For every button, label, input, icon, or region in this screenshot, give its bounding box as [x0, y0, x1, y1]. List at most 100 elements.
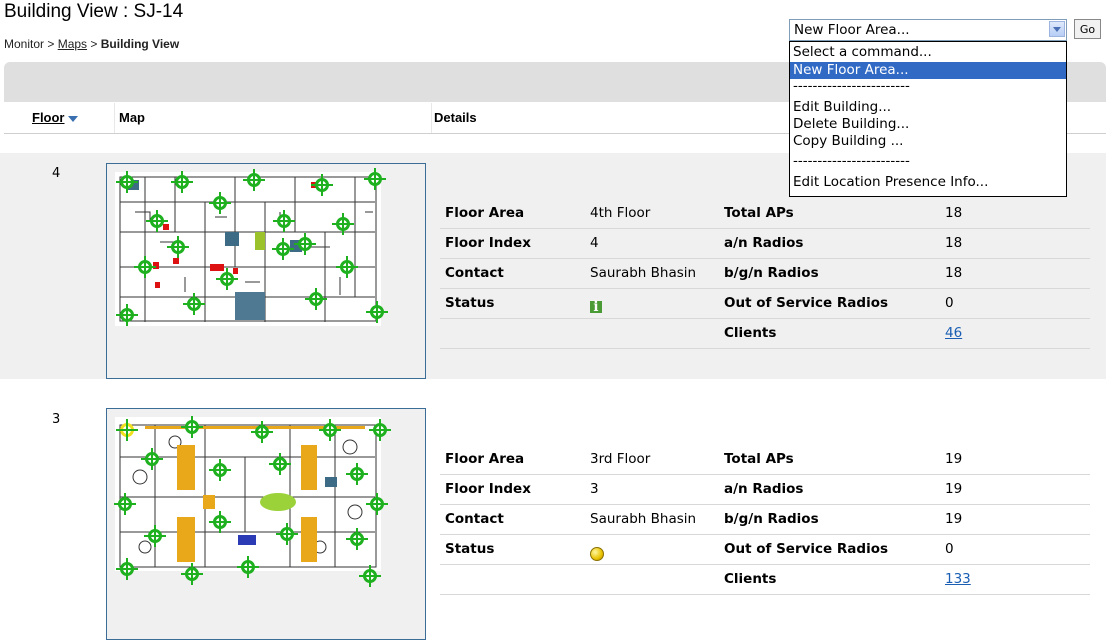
value-floor-area: 4th Floor	[590, 205, 651, 221]
info-icon[interactable]: i	[590, 300, 602, 314]
access-point-marker[interactable]	[336, 256, 358, 278]
option-edit-location-presence[interactable]: Edit Location Presence Info...	[790, 174, 1066, 191]
breadcrumb-separator: >	[44, 37, 58, 51]
detail-row: Floor Area 3rd Floor Total APs 19	[440, 445, 1090, 475]
access-point-marker[interactable]	[141, 448, 163, 470]
access-point-marker[interactable]	[116, 171, 138, 193]
label-bgn-radios: b/g/n Radios	[724, 265, 819, 281]
access-point-marker[interactable]	[183, 293, 205, 315]
value-floor-area: 3rd Floor	[590, 451, 651, 467]
floor-number: 3	[52, 412, 61, 427]
access-point-marker[interactable]	[359, 565, 381, 587]
access-point-marker[interactable]	[116, 304, 138, 326]
access-point-marker[interactable]	[181, 563, 203, 585]
access-point-marker[interactable]	[251, 421, 273, 443]
column-header-map: Map	[119, 110, 145, 125]
value-an-radios: 19	[945, 481, 963, 497]
access-point-marker[interactable]	[181, 416, 203, 438]
command-select[interactable]: New Floor Area...	[789, 19, 1067, 41]
access-point-marker[interactable]	[243, 169, 265, 191]
access-point-marker[interactable]	[134, 256, 156, 278]
label-bgn-radios: b/g/n Radios	[724, 511, 819, 527]
access-point-marker[interactable]	[369, 419, 391, 441]
access-point-marker[interactable]	[346, 528, 368, 550]
detail-row: Contact Saurabh Bhasin b/g/n Radios 19	[440, 505, 1090, 535]
label-floor-index: Floor Index	[445, 235, 531, 251]
access-point-marker[interactable]	[366, 301, 388, 323]
column-divider	[114, 103, 115, 133]
access-point-marker[interactable]	[311, 174, 333, 196]
access-point-marker[interactable]	[171, 171, 193, 193]
access-point-marker[interactable]	[144, 525, 166, 547]
access-point-marker[interactable]	[114, 493, 136, 515]
value-floor-index: 4	[590, 235, 599, 251]
sort-desc-icon	[67, 115, 78, 122]
access-point-marker[interactable]	[146, 210, 168, 232]
access-point-marker[interactable]	[319, 419, 341, 441]
label-clients: Clients	[724, 571, 777, 587]
access-point-marker[interactable]	[346, 463, 368, 485]
page-title: Building View : SJ-14	[4, 1, 184, 22]
access-point-marker[interactable]	[116, 419, 138, 441]
clients-link[interactable]: 133	[945, 571, 971, 587]
detail-row: Status Out of Service Radios 0	[440, 535, 1090, 565]
access-point-marker[interactable]	[209, 192, 231, 214]
breadcrumb-monitor: Monitor	[4, 37, 45, 51]
option-separator: ------------------------	[793, 78, 910, 94]
floor-map-thumbnail[interactable]	[106, 163, 426, 379]
command-dropdown-list: Select a command... New Floor Area... --…	[789, 41, 1067, 197]
value-total-aps: 18	[945, 205, 963, 221]
floor-plan-drawing	[119, 176, 377, 322]
option-copy-building[interactable]: Copy Building ...	[790, 133, 1066, 150]
access-point-marker[interactable]	[116, 558, 138, 580]
access-point-marker[interactable]	[216, 268, 238, 290]
value-bgn-radios: 18	[945, 265, 963, 281]
column-header-floor[interactable]: Floor	[32, 110, 78, 125]
floor-plan-image	[114, 416, 391, 587]
value-oos-radios: 0	[945, 295, 954, 311]
label-oos-radios: Out of Service Radios	[724, 541, 889, 557]
access-point-marker[interactable]	[167, 236, 189, 258]
access-point-marker[interactable]	[366, 493, 388, 515]
option-new-floor-area[interactable]: New Floor Area...	[790, 62, 1066, 79]
option-select-command[interactable]: Select a command...	[790, 44, 1066, 61]
access-point-marker[interactable]	[237, 556, 259, 578]
option-edit-building[interactable]: Edit Building...	[790, 99, 1066, 116]
label-total-aps: Total APs	[724, 451, 794, 467]
label-an-radios: a/n Radios	[724, 481, 804, 497]
access-point-marker[interactable]	[332, 213, 354, 235]
detail-row: Floor Index 3 a/n Radios 19	[440, 475, 1090, 505]
yellow-status-icon[interactable]	[590, 547, 604, 561]
label-contact: Contact	[445, 265, 504, 281]
floor-map-thumbnail[interactable]	[106, 408, 426, 640]
label-clients: Clients	[724, 325, 777, 341]
access-point-marker[interactable]	[273, 210, 295, 232]
access-point-marker[interactable]	[209, 511, 231, 533]
label-contact: Contact	[445, 511, 504, 527]
value-total-aps: 19	[945, 451, 963, 467]
access-point-marker[interactable]	[272, 238, 294, 260]
access-point-marker[interactable]	[364, 168, 386, 190]
option-delete-building[interactable]: Delete Building...	[790, 116, 1066, 133]
value-contact: Saurabh Bhasin	[590, 265, 697, 281]
floor-details-4: Floor Area 4th Floor Total APs 18 Floor …	[440, 199, 1090, 349]
chevron-down-icon[interactable]	[1049, 21, 1065, 37]
access-point-marker[interactable]	[305, 288, 327, 310]
column-divider	[431, 103, 432, 133]
go-button[interactable]: Go	[1074, 19, 1101, 39]
label-status: Status	[445, 295, 495, 311]
label-floor-index: Floor Index	[445, 481, 531, 497]
clients-link[interactable]: 46	[945, 325, 962, 341]
detail-row: Clients 46	[440, 319, 1090, 349]
access-point-marker[interactable]	[276, 523, 298, 545]
access-point-marker[interactable]	[294, 233, 316, 255]
floor-plan-drawing	[119, 424, 377, 575]
value-floor-index: 3	[590, 481, 599, 497]
label-floor-area: Floor Area	[445, 205, 525, 221]
access-point-marker[interactable]	[269, 453, 291, 475]
detail-row: Status i Out of Service Radios 0	[440, 289, 1090, 319]
breadcrumb-maps-link[interactable]: Maps	[58, 37, 87, 51]
breadcrumb-current: Building View	[100, 37, 180, 51]
label-total-aps: Total APs	[724, 205, 794, 221]
access-point-marker[interactable]	[209, 459, 231, 481]
